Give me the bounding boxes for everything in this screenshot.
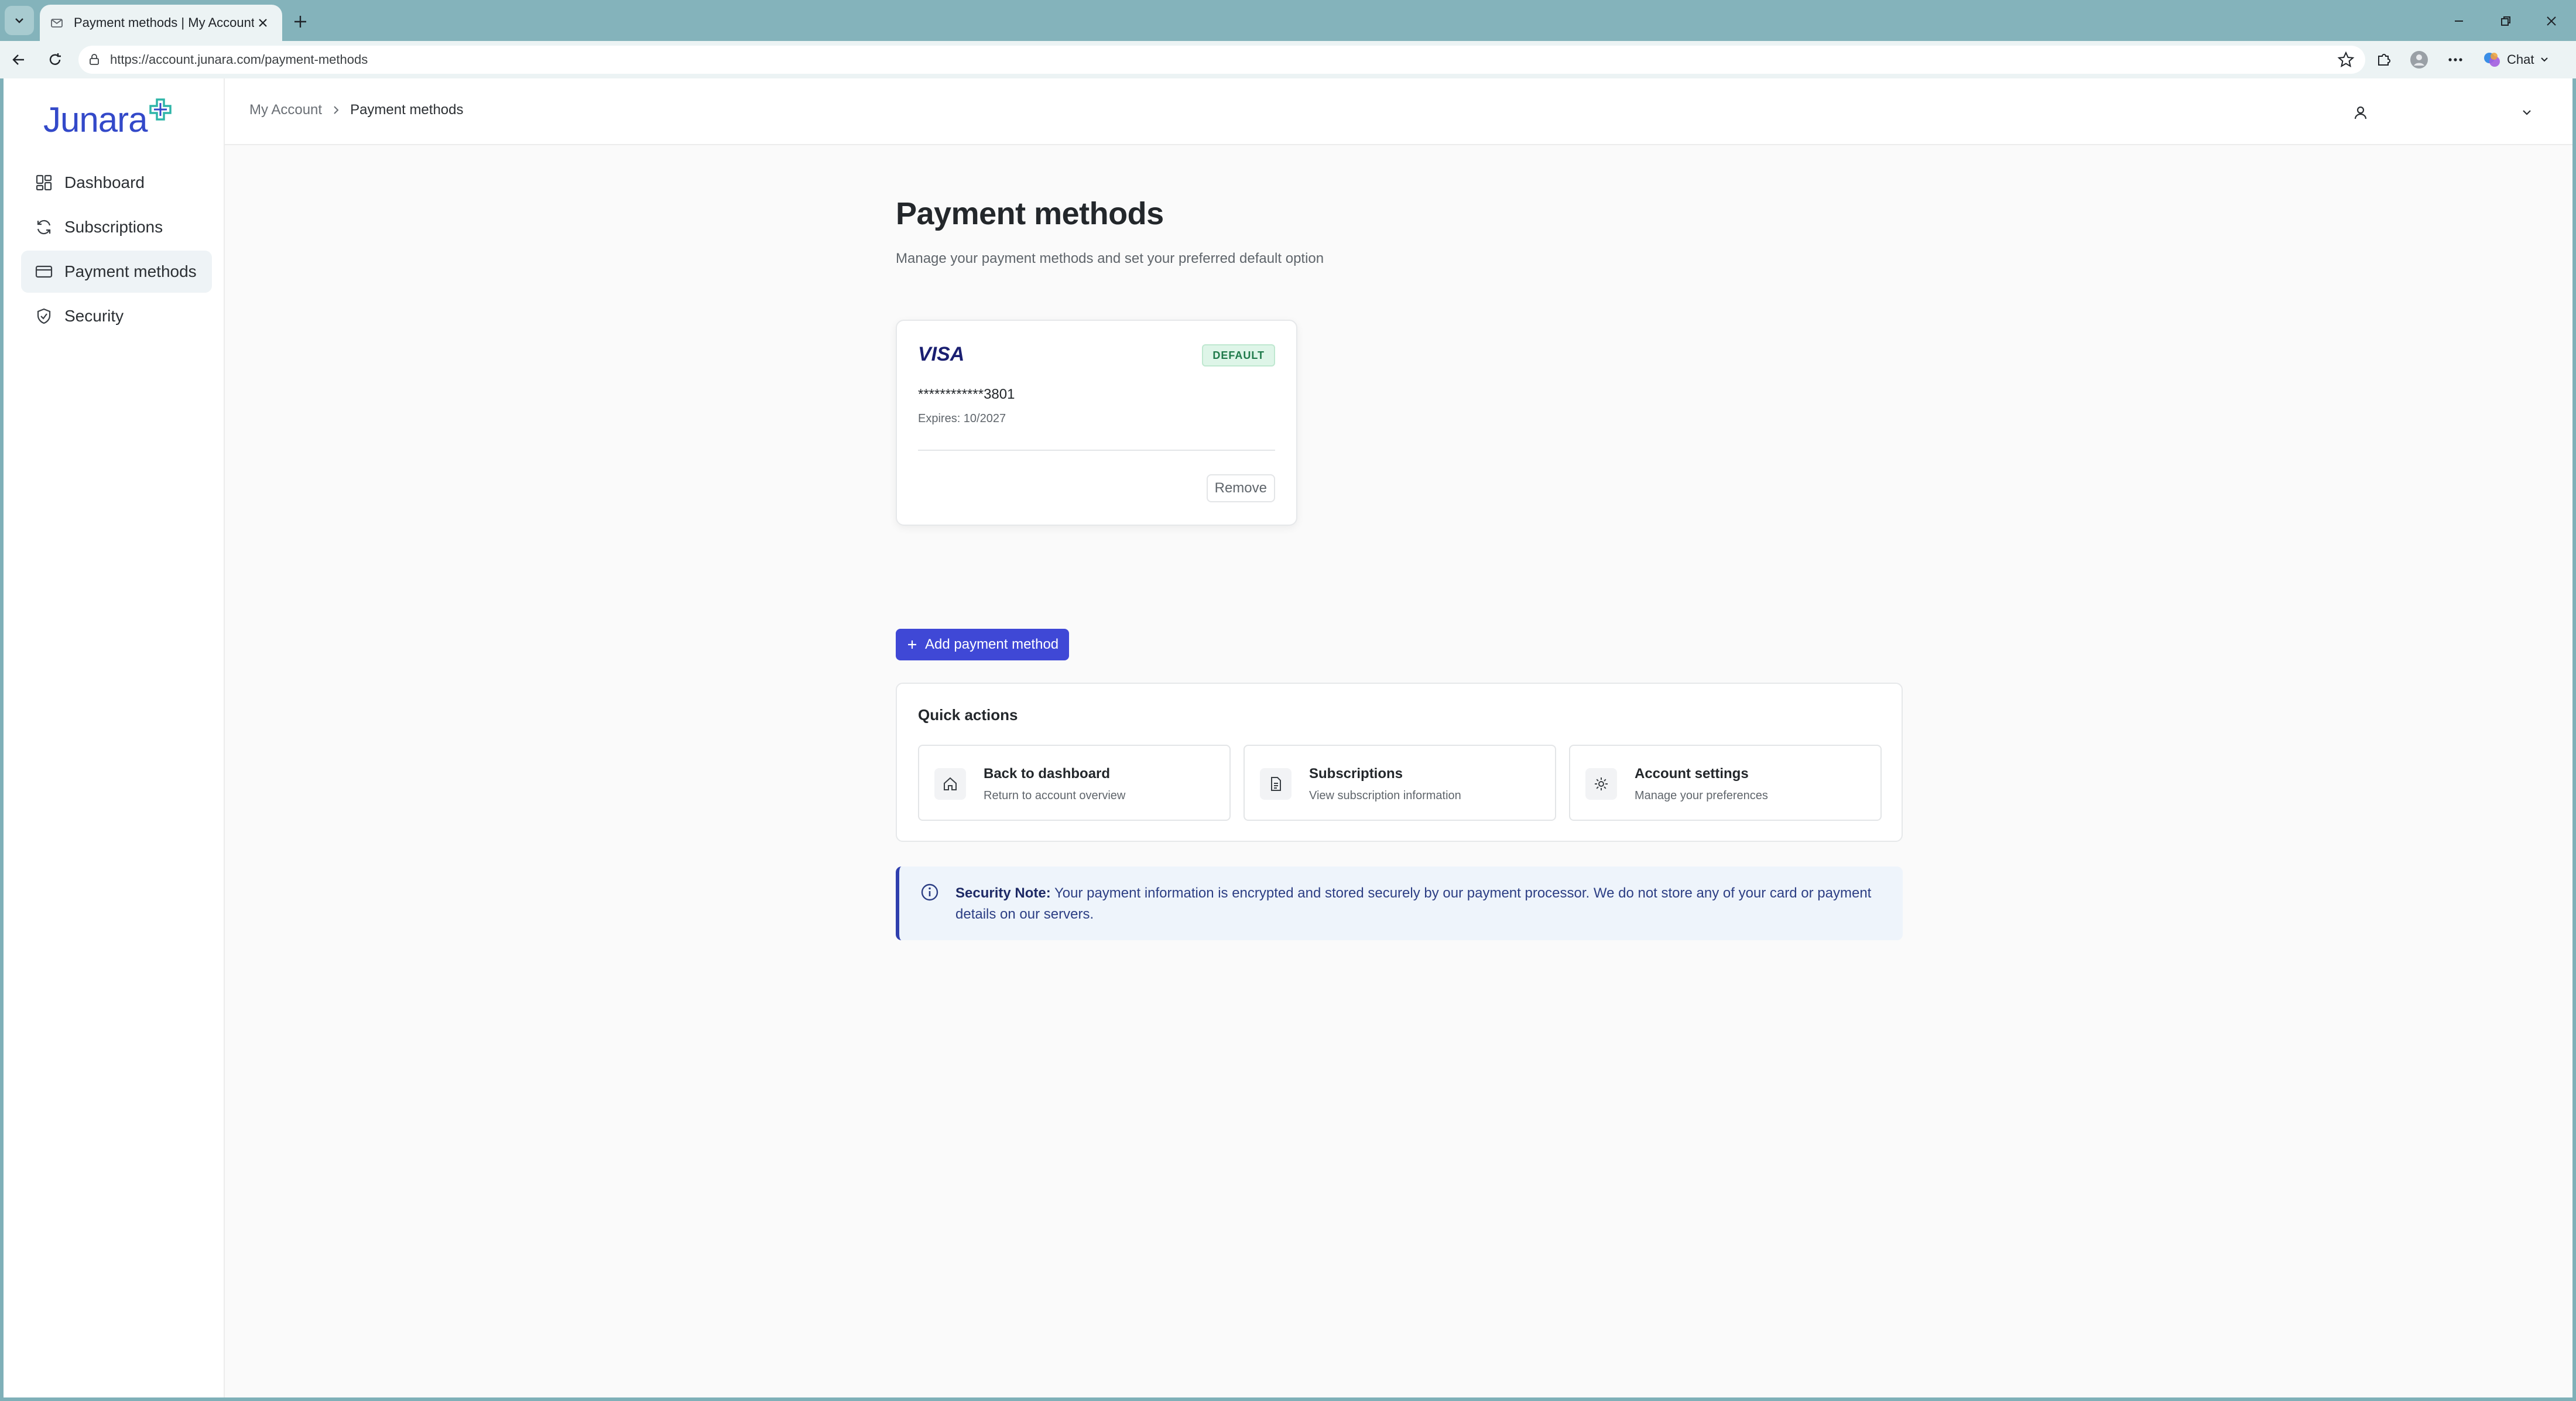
card-expiry: Expires: 10/2027 (918, 412, 1006, 425)
address-bar[interactable]: https://account.junara.com/payment-metho… (78, 46, 2365, 74)
copilot-chat-button[interactable]: Chat (2482, 47, 2550, 73)
card-divider (918, 450, 1275, 451)
sidebar-item-dashboard[interactable]: Dashboard (21, 162, 212, 204)
tab-close-button[interactable] (254, 14, 272, 32)
page-subtitle: Manage your payment methods and set your… (896, 251, 1324, 266)
extensions-button[interactable] (2372, 48, 2396, 71)
quick-action-desc: Manage your preferences (1635, 789, 1768, 802)
breadcrumb-current: Payment methods (350, 102, 464, 118)
sidebar-item-label: Dashboard (64, 173, 145, 191)
reload-button[interactable] (43, 48, 67, 71)
browser-tab-active[interactable]: Payment methods | My Account (40, 5, 282, 41)
puzzle-icon (2378, 54, 2390, 66)
url-text: https://account.junara.com/payment-metho… (110, 52, 368, 67)
card-number: ************3801 (918, 386, 1015, 402)
sidebar-item-subscriptions[interactable]: Subscriptions (21, 206, 212, 248)
quick-action-back-to-dashboard[interactable]: Back to dashboard Return to account over… (918, 745, 1231, 821)
back-button[interactable] (7, 48, 30, 71)
site-info-icon[interactable] (88, 53, 101, 66)
quick-action-account-settings[interactable]: Account settings Manage your preferences (1569, 745, 1882, 821)
mail-icon (51, 19, 63, 28)
tab-title: Payment methods | My Account (74, 15, 254, 30)
reload-icon (49, 53, 61, 65)
page-title: Payment methods (896, 196, 1164, 231)
sidebar-nav: Dashboard Subscriptions Payment methods … (21, 162, 212, 340)
plus-icon (908, 640, 916, 649)
add-payment-method-button[interactable]: Add payment method (896, 629, 1070, 660)
chevron-down-icon (15, 18, 23, 23)
tab-list-button[interactable] (5, 6, 34, 35)
page-header: My Account Payment methods (225, 78, 2572, 145)
user-menu-button[interactable] (2349, 101, 2372, 124)
default-badge: DEFAULT (1202, 344, 1275, 366)
home-icon (934, 768, 966, 800)
quick-actions-title: Quick actions (918, 706, 1018, 724)
junara-logo[interactable]: Junara (43, 98, 173, 140)
avatar-icon (2410, 51, 2428, 68)
breadcrumb: My Account Payment methods (249, 102, 464, 118)
minimize-icon (2455, 20, 2463, 22)
quick-action-label: Account settings (1635, 766, 1749, 782)
restore-icon (2501, 16, 2510, 26)
dashboard-grid-icon (34, 173, 54, 193)
gear-icon (1585, 768, 1617, 800)
more-horizontal-icon (2448, 58, 2462, 61)
chevron-right-icon (331, 105, 341, 115)
credit-card-icon (34, 262, 54, 282)
main-content: Payment methods Manage your payment meth… (896, 196, 1903, 940)
shield-check-icon (34, 306, 54, 326)
document-icon (1260, 768, 1292, 800)
quick-action-label: Subscriptions (1309, 766, 1403, 782)
browser-menu-button[interactable] (2444, 48, 2467, 71)
browser-toolbar: https://account.junara.com/payment-metho… (0, 41, 2576, 78)
payment-card: VISA DEFAULT ************3801 Expires: 1… (896, 320, 1297, 526)
bookmark-button[interactable] (2337, 51, 2355, 68)
logo-text: Junara (43, 100, 148, 139)
chevron-down-icon (2541, 57, 2548, 62)
refresh-icon (34, 217, 54, 237)
security-note-text: Security Note: Your payment information … (955, 883, 1886, 925)
copilot-icon (2484, 53, 2500, 67)
sidebar: Junara Dashboard Subscriptions Payment m… (4, 78, 225, 1397)
plus-icon (294, 16, 306, 28)
quick-action-subscriptions[interactable]: Subscriptions View subscription informat… (1244, 745, 1556, 821)
chat-label: Chat (2507, 52, 2534, 67)
sidebar-item-label: Security (64, 307, 124, 325)
quick-action-desc: Return to account overview (984, 789, 1126, 802)
page-viewport: Junara Dashboard Subscriptions Payment m… (4, 78, 2572, 1397)
sidebar-item-security[interactable]: Security (21, 295, 212, 337)
sidebar-item-label: Subscriptions (64, 218, 163, 236)
sidebar-item-payment-methods[interactable]: Payment methods (21, 251, 212, 293)
arrow-left-icon (12, 54, 24, 65)
close-icon (259, 19, 267, 27)
remove-card-button[interactable]: Remove (1206, 474, 1275, 502)
star-icon (2337, 51, 2355, 68)
security-note-title: Security Note: (955, 885, 1051, 901)
security-note: Security Note: Your payment information … (896, 866, 1903, 940)
add-payment-method-label: Add payment method (925, 636, 1059, 652)
user-menu-dropdown[interactable] (2515, 101, 2539, 124)
user-icon (2354, 106, 2367, 119)
minimize-button[interactable] (2446, 8, 2472, 34)
breadcrumb-my-account[interactable]: My Account (249, 102, 322, 118)
info-icon (921, 883, 938, 901)
profile-button[interactable] (2407, 48, 2431, 71)
new-tab-button[interactable] (289, 11, 311, 33)
quick-action-label: Back to dashboard (984, 766, 1111, 782)
security-note-body: Your payment information is encrypted an… (955, 885, 1872, 922)
sidebar-item-label: Payment methods (64, 262, 197, 280)
visa-logo: VISA (918, 343, 965, 365)
quick-actions-panel: Quick actions Back to dashboard Return t… (896, 683, 1903, 842)
restore-button[interactable] (2493, 8, 2519, 34)
chevron-down-icon (2523, 110, 2531, 115)
logo-cross-icon (149, 98, 172, 121)
close-icon (2547, 16, 2556, 26)
browser-tabstrip: Payment methods | My Account (0, 0, 2576, 41)
quick-action-desc: View subscription information (1309, 789, 1461, 802)
window-close-button[interactable] (2539, 8, 2564, 34)
